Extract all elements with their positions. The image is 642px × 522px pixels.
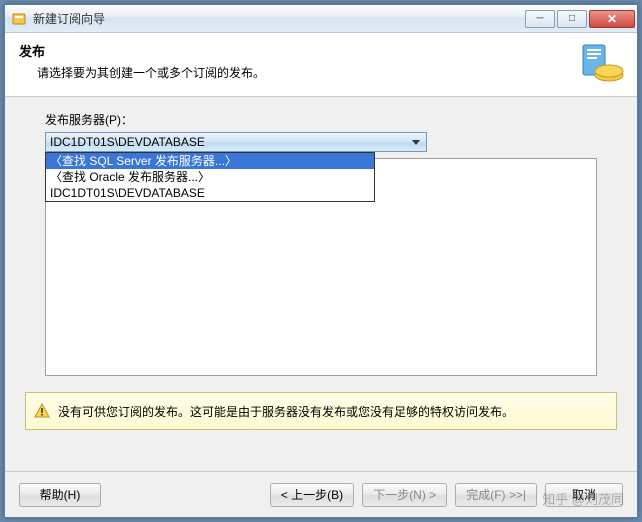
close-button[interactable]: ✕ (589, 10, 635, 28)
warning-text: 没有可供您订阅的发布。这可能是由于服务器没有发布或您没有足够的特权访问发布。 (58, 403, 514, 420)
publisher-selected-value: IDC1DT01S\DEVDATABASE (50, 135, 412, 149)
minimize-button[interactable]: ─ (525, 10, 555, 28)
page-subtitle: 请选择要为其创建一个或多个订阅的发布。 (19, 64, 623, 81)
dropdown-option-find-sql[interactable]: 〈查找 SQL Server 发布服务器...〉 (46, 153, 374, 169)
help-button[interactable]: 帮助(H) (19, 483, 101, 507)
window-controls: ─ □ ✕ (525, 10, 635, 28)
publisher-label: 发布服务器(P)： (45, 111, 597, 128)
warning-panel: 没有可供您订阅的发布。这可能是由于服务器没有发布或您没有足够的特权访问发布。 (25, 392, 617, 430)
app-icon (11, 11, 27, 27)
finish-button[interactable]: 完成(F) >>| (455, 483, 537, 507)
page-title: 发布 (19, 41, 623, 60)
publisher-combo: IDC1DT01S\DEVDATABASE 〈查找 SQL Server 发布服… (45, 132, 427, 152)
chevron-down-icon (412, 140, 420, 145)
maximize-button[interactable]: □ (557, 10, 587, 28)
dropdown-option-find-oracle[interactable]: 〈查找 Oracle 发布服务器...〉 (46, 169, 374, 185)
publisher-dropdown: 〈查找 SQL Server 发布服务器...〉 〈查找 Oracle 发布服务… (45, 152, 375, 202)
cancel-button[interactable]: 取消 (545, 483, 623, 507)
warning-icon (34, 403, 50, 419)
titlebar[interactable]: 新建订阅向导 ─ □ ✕ (5, 5, 637, 33)
wizard-header: 发布 请选择要为其创建一个或多个订阅的发布。 (5, 33, 637, 97)
dropdown-option-server[interactable]: IDC1DT01S\DEVDATABASE (46, 185, 374, 201)
wizard-footer: 帮助(H) < 上一步(B) 下一步(N) > 完成(F) >>| 取消 (5, 471, 637, 517)
publisher-select[interactable]: IDC1DT01S\DEVDATABASE (45, 132, 427, 152)
wizard-window: 新建订阅向导 ─ □ ✕ 发布 请选择要为其创建一个或多个订阅的发布。 发布服务… (4, 4, 638, 518)
window-title: 新建订阅向导 (33, 10, 525, 27)
publication-icon (577, 41, 625, 89)
next-button[interactable]: 下一步(N) > (362, 483, 447, 507)
back-button[interactable]: < 上一步(B) (270, 483, 354, 507)
wizard-content: 发布服务器(P)： IDC1DT01S\DEVDATABASE 〈查找 SQL … (5, 97, 637, 382)
